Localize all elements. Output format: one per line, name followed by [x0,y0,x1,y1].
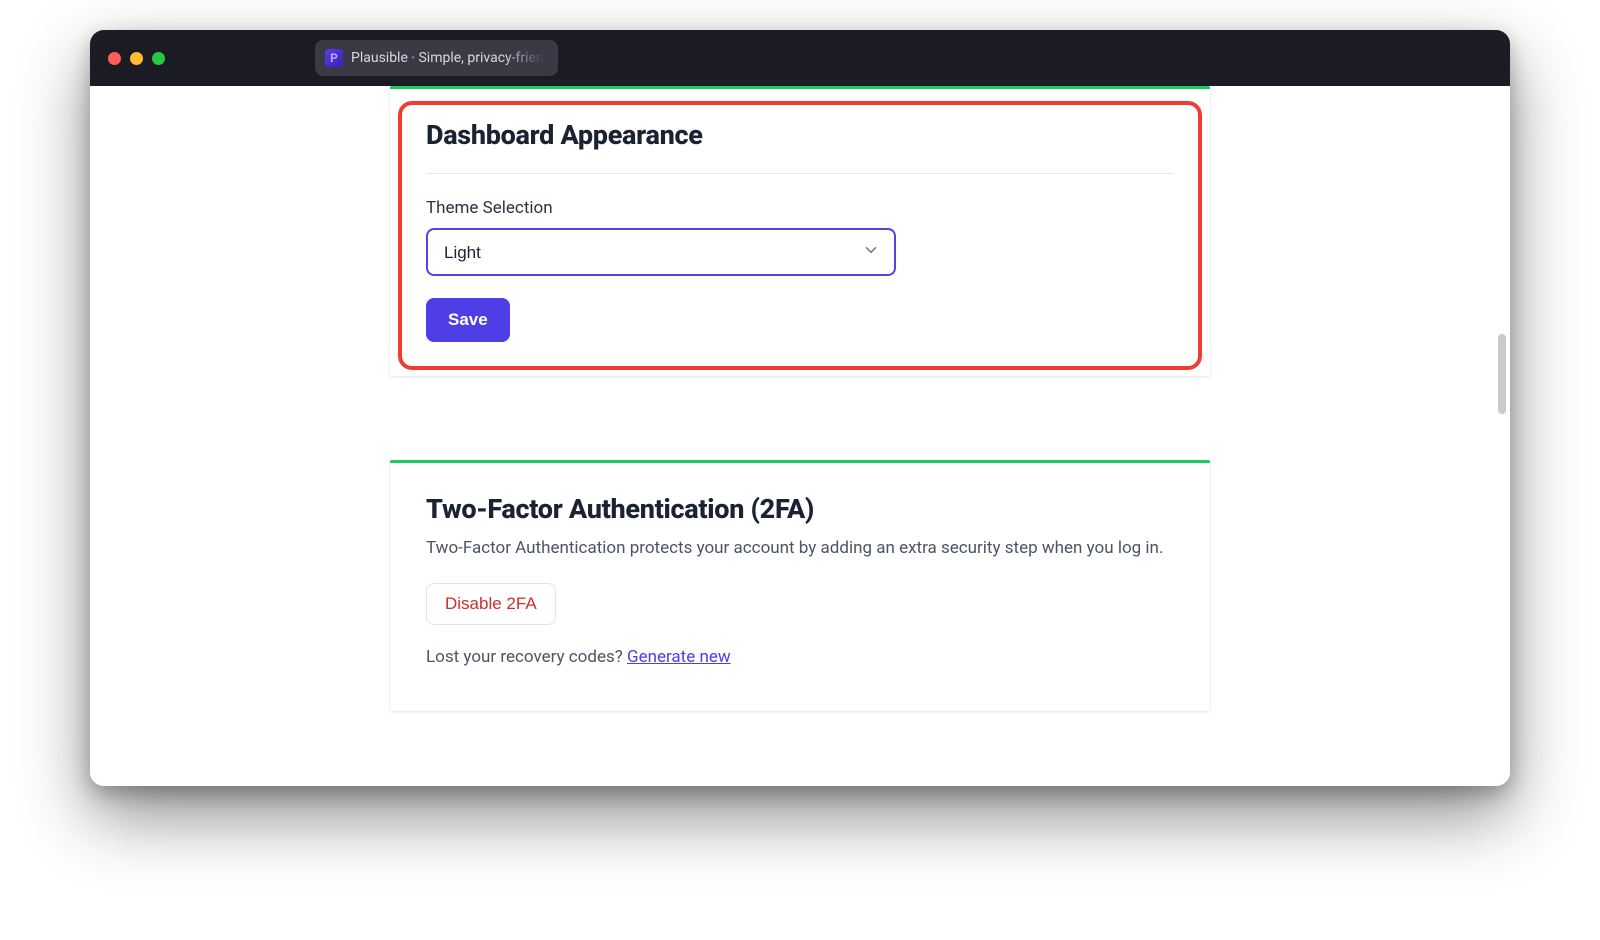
theme-selection-label: Theme Selection [426,198,1174,218]
settings-cards: Dashboard Appearance Theme Selection Lig… [390,86,1210,711]
scrollbar-thumb[interactable] [1498,334,1506,414]
two-factor-auth-card: Two-Factor Authentication (2FA) Two-Fact… [390,460,1210,711]
dashboard-appearance-card: Dashboard Appearance Theme Selection Lig… [390,86,1210,376]
theme-select-wrap: Light [426,228,896,276]
twofa-heading: Two-Factor Authentication (2FA) [426,493,1174,525]
lost-codes-line: Lost your recovery codes? Generate new [426,647,1174,667]
tab-title-wrap: Plausible · Simple, privacy-frien [351,50,544,66]
disable-2fa-button[interactable]: Disable 2FA [426,583,556,625]
divider [426,173,1174,174]
theme-select[interactable]: Light [426,228,896,276]
browser-window: P Plausible · Simple, privacy-frien Dash… [90,30,1510,786]
appearance-heading: Dashboard Appearance [426,119,1174,151]
minimize-window-button[interactable] [130,52,143,65]
favicon-letter: P [330,51,338,65]
generate-new-link[interactable]: Generate new [627,647,731,667]
close-window-button[interactable] [108,52,121,65]
traffic-lights [108,52,165,65]
lost-codes-text: Lost your recovery codes? [426,647,627,667]
tab-title: Plausible · Simple, privacy-frien [351,50,544,66]
page-content: Dashboard Appearance Theme Selection Lig… [90,86,1510,786]
window-titlebar: P Plausible · Simple, privacy-frien [90,30,1510,86]
browser-tab[interactable]: P Plausible · Simple, privacy-frien [315,40,558,76]
plausible-favicon-icon: P [325,49,343,67]
twofa-description: Two-Factor Authentication protects your … [426,535,1174,561]
save-button[interactable]: Save [426,298,510,342]
maximize-window-button[interactable] [152,52,165,65]
